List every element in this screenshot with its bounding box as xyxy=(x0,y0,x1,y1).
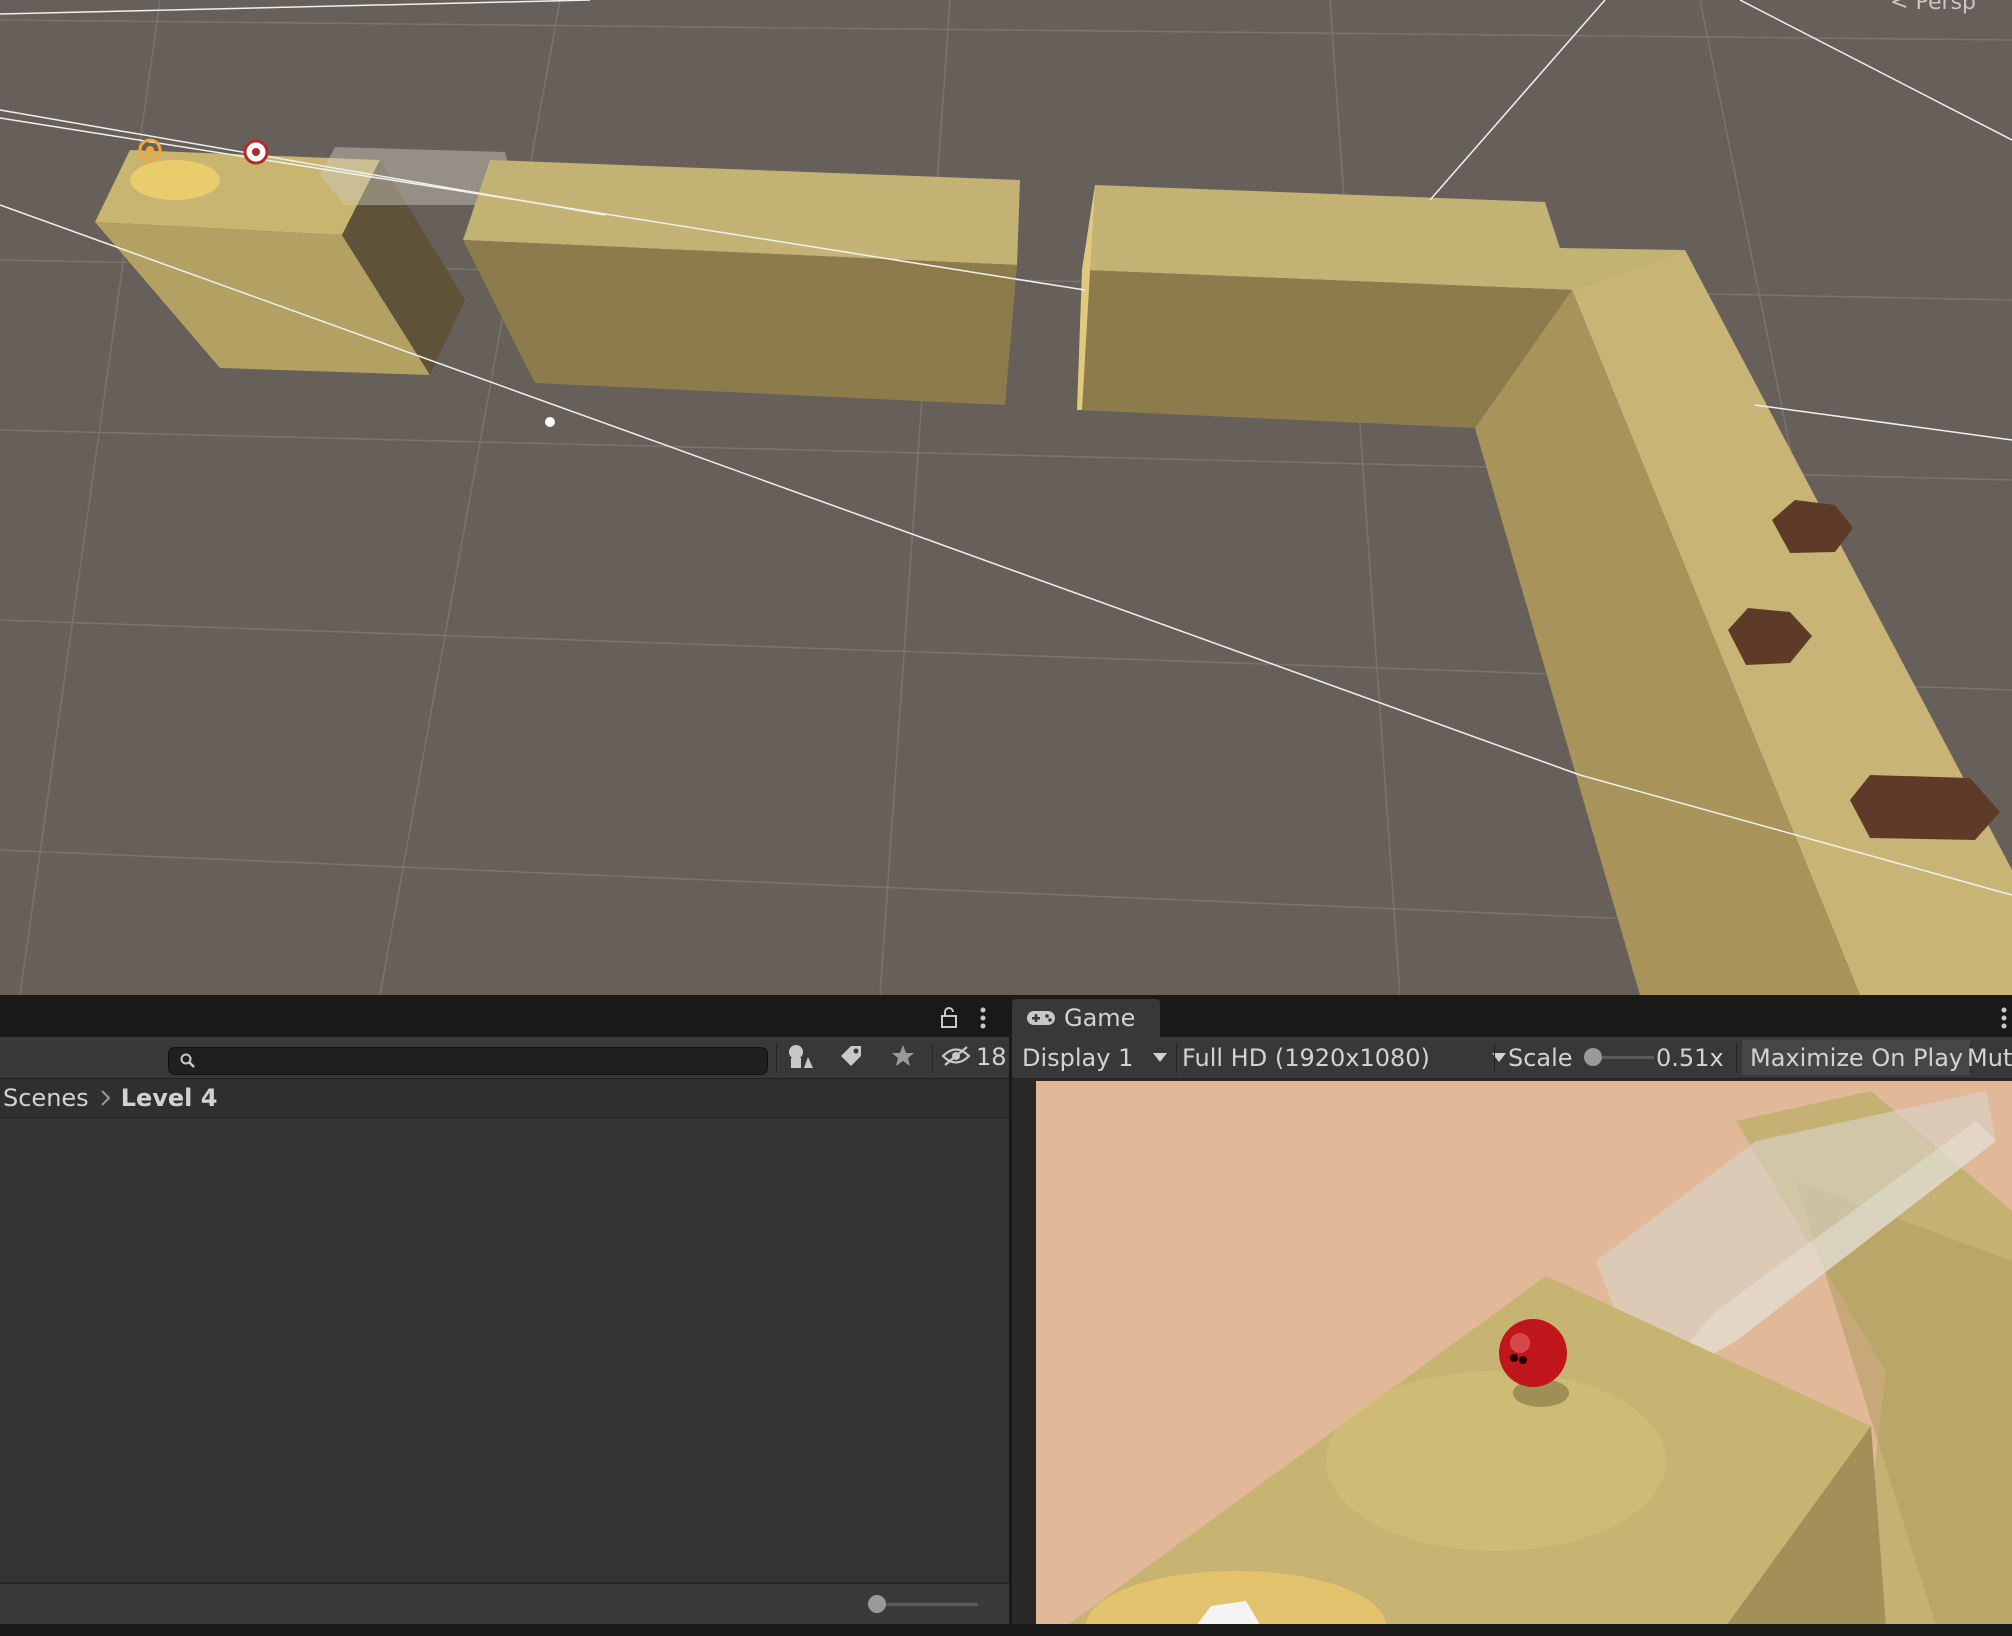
chevron-right-icon xyxy=(99,1089,111,1107)
game-panel: Game Display 1 Full HD (1920x1080) Scale… xyxy=(1012,997,2012,1626)
project-content-area[interactable] xyxy=(0,1118,1009,1582)
point-light-gizmo[interactable] xyxy=(545,417,555,427)
search-input[interactable] xyxy=(203,1050,759,1074)
kebab-menu-icon[interactable] xyxy=(972,1005,994,1031)
window-bottom-strip xyxy=(0,1624,2012,1636)
hidden-packages-count: 18 xyxy=(976,1043,1007,1071)
project-toolbar: 18 xyxy=(0,1037,1009,1079)
filter-by-label-icon xyxy=(839,1044,863,1072)
gamepad-icon xyxy=(1026,1009,1056,1027)
search-field[interactable] xyxy=(168,1047,768,1075)
mute-audio-button[interactable]: Mut xyxy=(1967,1037,2012,1078)
display-dropdown-value: Display 1 xyxy=(1022,1043,1134,1072)
game-toolbar: Display 1 Full HD (1920x1080) Scale 0.51… xyxy=(1012,1037,2012,1079)
scene-canvas[interactable] xyxy=(0,0,2012,995)
block-3[interactable] xyxy=(1077,185,1572,428)
breadcrumb-scenes[interactable]: Scenes xyxy=(3,1084,89,1112)
scene-view[interactable]: < Persp xyxy=(0,0,2012,995)
project-footer xyxy=(0,1583,1009,1624)
breadcrumb: Scenes Level 4 xyxy=(0,1079,1009,1118)
display-dropdown[interactable]: Display 1 xyxy=(1022,1037,1168,1078)
kebab-menu-icon[interactable] xyxy=(1998,1005,2010,1031)
filter-by-label-button[interactable] xyxy=(826,1037,876,1078)
resolution-dropdown[interactable]: Full HD (1920x1080) xyxy=(1180,1037,1506,1078)
breadcrumb-current[interactable]: Level 4 xyxy=(121,1084,218,1112)
block-4[interactable] xyxy=(1475,202,2012,995)
icon-size-slider-thumb[interactable] xyxy=(868,1595,886,1613)
filter-by-type-button[interactable] xyxy=(775,1037,825,1078)
scale-value: 0.51x xyxy=(1656,1043,1724,1072)
maximize-on-play-button[interactable]: Maximize On Play xyxy=(1742,1040,1972,1075)
project-tabbar xyxy=(0,997,1009,1038)
project-panel: 18 Scenes Level 4 xyxy=(0,997,1009,1624)
projection-label[interactable]: < Persp xyxy=(1890,0,1976,15)
hidden-packages-button[interactable] xyxy=(934,1037,978,1078)
favorites-icon xyxy=(891,1044,915,1072)
tab-game-label: Game xyxy=(1064,1004,1136,1032)
search-icon xyxy=(179,1052,197,1070)
favorites-button[interactable] xyxy=(878,1037,928,1078)
camera-gizmo[interactable] xyxy=(243,139,269,165)
tab-game[interactable]: Game xyxy=(1012,999,1160,1037)
block-2[interactable] xyxy=(463,160,1020,405)
scale-slider-thumb[interactable] xyxy=(1584,1048,1602,1066)
game-tabbar: Game xyxy=(1012,997,2012,1038)
game-viewport[interactable] xyxy=(1036,1081,2012,1626)
game-render xyxy=(1036,1081,2012,1626)
filter-by-type-icon xyxy=(787,1043,813,1073)
lock-icon[interactable] xyxy=(938,1007,960,1029)
resolution-dropdown-value: Full HD (1920x1080) xyxy=(1182,1043,1430,1072)
scale-label: Scale xyxy=(1508,1043,1573,1072)
hidden-packages-icon xyxy=(941,1045,971,1071)
caret-down-icon xyxy=(1153,1053,1168,1062)
